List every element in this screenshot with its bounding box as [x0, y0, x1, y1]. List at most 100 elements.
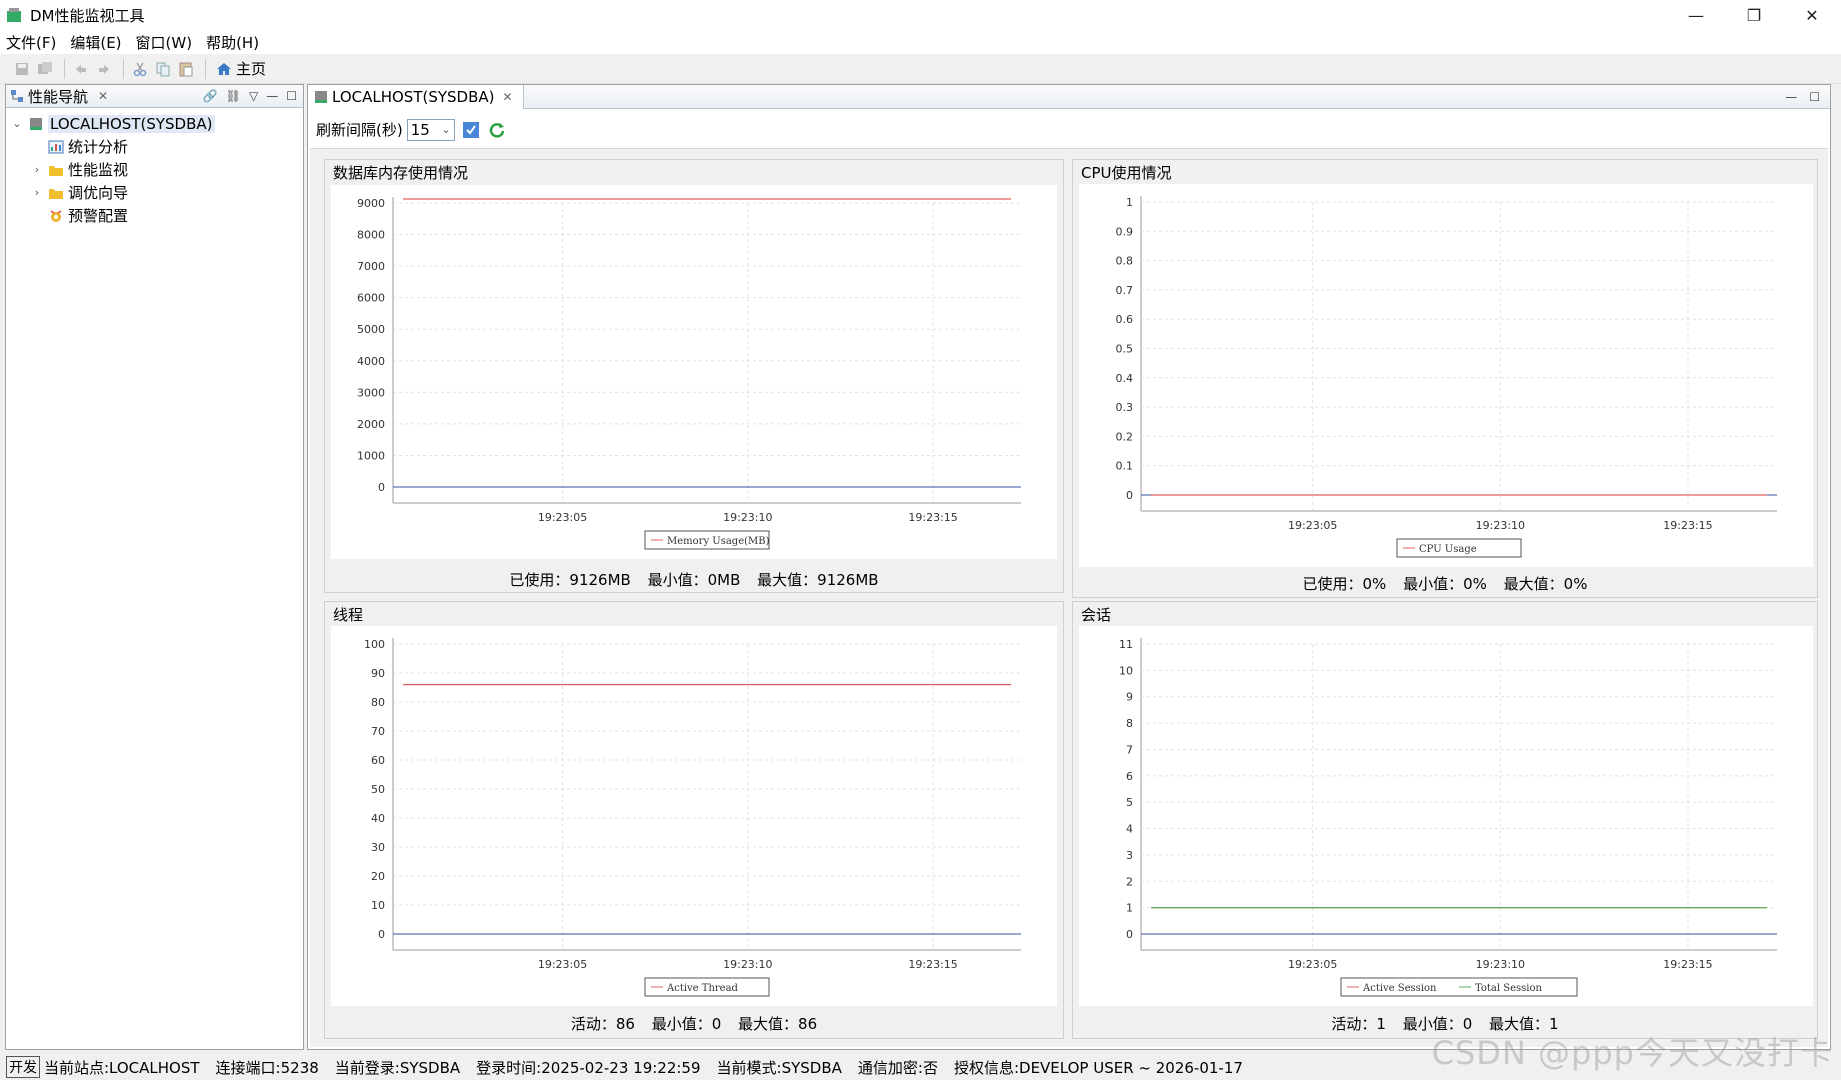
- y-tick-label: 0.9: [1116, 225, 1134, 238]
- window-title: DM性能监视工具: [30, 6, 145, 25]
- refresh-icon[interactable]: [487, 120, 507, 140]
- thread-chart: 0 10 20 30 40 50 60 70 80 90 100 19:23:05 19:23:10 19…: [331, 626, 1057, 1006]
- tree-item-stats[interactable]: 统计分析: [6, 135, 303, 158]
- nav-tab[interactable]: 性能导航 ✕ 🔗 ⛓ ▽ — ☐: [6, 85, 303, 108]
- y-tick-label: 1000: [357, 449, 385, 462]
- session-chart-title: 会话: [1081, 606, 1112, 624]
- cpu-max: 最大值：0%: [1503, 575, 1588, 593]
- title-bar: DM性能监视工具 — ❐ ✕: [0, 0, 1841, 30]
- tree-root[interactable]: ⌄ LOCALHOST(SYSDBA): [6, 112, 303, 135]
- tree-root-label: LOCALHOST(SYSDBA): [48, 114, 215, 133]
- y-tick-label: 20: [371, 870, 385, 883]
- chart-icon: [48, 139, 64, 155]
- status-mode: 当前模式:SYSDBA: [716, 1058, 842, 1077]
- tree-item-tuning[interactable]: › 调优向导: [6, 181, 303, 204]
- session-chart-svg: 0 1 2 3 4 5 6 7 8 9 10 11 19:23:05 19:23:10 19:23:15 Ac…: [1119, 638, 1777, 997]
- menu-window[interactable]: 窗口(W): [136, 32, 193, 53]
- refresh-interval-select[interactable]: 15 ⌄: [406, 118, 455, 141]
- y-tick-label: 8000: [357, 229, 385, 242]
- database-icon: [28, 116, 44, 132]
- memory-chart-title: 数据库内存使用情况: [333, 164, 469, 182]
- x-tick-label: 19:23:05: [538, 958, 587, 971]
- y-tick-label: 0.1: [1116, 460, 1134, 473]
- close-icon[interactable]: ✕: [98, 89, 108, 103]
- y-tick-label: 0.2: [1116, 430, 1134, 443]
- y-tick-label: 6000: [357, 292, 385, 305]
- maximize-view-icon[interactable]: ☐: [286, 89, 297, 103]
- editor-tabbar: LOCALHOST(SYSDBA) ✕ — ☐: [308, 84, 1830, 109]
- minimize-button[interactable]: —: [1667, 0, 1725, 30]
- cpu-chart: 0 0.1 0.2 0.3 0.4 0.5 0.6 0.7 0.8 0.9 1 19:23:05 19:…: [1079, 184, 1813, 567]
- chevron-down-icon: ⌄: [441, 123, 451, 136]
- x-tick-label: 19:23:10: [723, 511, 772, 524]
- apply-interval-icon[interactable]: [461, 120, 481, 140]
- undo-icon[interactable]: [71, 59, 91, 79]
- legend-label: Active Thread: [666, 983, 739, 994]
- y-tick-label: 9000: [357, 197, 385, 210]
- x-tick-label: 19:23:05: [538, 511, 587, 524]
- y-tick-label: 30: [371, 841, 385, 854]
- redo-icon[interactable]: [94, 59, 114, 79]
- close-button[interactable]: ✕: [1783, 0, 1841, 30]
- editor-tab[interactable]: LOCALHOST(SYSDBA) ✕: [308, 84, 524, 109]
- thread-chart-svg: 0 10 20 30 40 50 60 70 80 90 100 19:23:05 19:23:10 19…: [364, 638, 1021, 997]
- thread-active: 活动：86: [570, 1015, 635, 1033]
- save-all-icon[interactable]: [35, 59, 55, 79]
- disconnect-icon[interactable]: ⛓: [226, 89, 241, 103]
- legend-label: Active Session: [1362, 983, 1437, 994]
- menu-file[interactable]: 文件(F): [6, 32, 56, 53]
- home-label: 主页: [236, 60, 267, 78]
- copy-icon[interactable]: [153, 59, 173, 79]
- x-tick-label: 19:23:15: [908, 511, 957, 524]
- chevron-right-icon[interactable]: ›: [30, 163, 44, 176]
- refresh-interval-value: 15: [410, 120, 430, 139]
- memory-stats: 已使用：9126MB 最小值：0MB 最大值：9126MB: [325, 569, 1063, 590]
- y-tick-label: 9: [1126, 691, 1133, 704]
- cpu-used: 已使用：0%: [1302, 575, 1387, 593]
- y-tick-label: 70: [371, 725, 385, 738]
- home-button[interactable]: 主页: [216, 58, 266, 79]
- nav-tab-label: 性能导航: [28, 87, 89, 106]
- performance-nav-panel: 性能导航 ✕ 🔗 ⛓ ▽ — ☐ ⌄ LOCALHOST(SYSDBA) 统计分…: [5, 84, 304, 1050]
- menu-help[interactable]: 帮助(H): [206, 32, 259, 53]
- home-icon: [217, 62, 231, 75]
- folder-icon: [48, 162, 64, 178]
- maximize-button[interactable]: ❐: [1725, 0, 1783, 30]
- menu-bar: 文件(F) 编辑(E) 窗口(W) 帮助(H): [0, 30, 1841, 54]
- maximize-view-icon[interactable]: ☐: [1809, 90, 1820, 104]
- chevron-right-icon[interactable]: ›: [30, 186, 44, 199]
- close-icon[interactable]: ✕: [503, 90, 513, 104]
- x-tick-label: 19:23:15: [1663, 519, 1712, 532]
- view-menu-icon[interactable]: ▽: [249, 89, 258, 103]
- session-chart-panel: 会话 0 1 2 3 4 5 6 7 8 9 10 11 19:23:05 19:23:10 19:23:1…: [1072, 601, 1818, 1039]
- toolbar-separator: [64, 58, 65, 79]
- y-tick-label: 3000: [357, 386, 385, 399]
- chevron-down-icon[interactable]: ⌄: [10, 117, 24, 130]
- paste-icon[interactable]: [176, 59, 196, 79]
- minimize-view-icon[interactable]: —: [1785, 90, 1797, 104]
- app-icon: [6, 7, 22, 23]
- save-icon[interactable]: [12, 59, 32, 79]
- memory-chart-svg: 0 1000 2000 3000 4000 5000 6000 7000 8000 9000 19:…: [357, 197, 1021, 550]
- y-tick-label: 50: [371, 783, 385, 796]
- watermark: CSDN @ppp今天又没打卡: [1431, 1034, 1833, 1072]
- tree-item-monitor[interactable]: › 性能监视: [6, 158, 303, 181]
- menu-edit[interactable]: 编辑(E): [70, 32, 121, 53]
- memory-used: 已使用：9126MB: [509, 571, 631, 589]
- y-tick-label: 10: [371, 899, 385, 912]
- minimize-view-icon[interactable]: —: [266, 89, 278, 103]
- cut-icon[interactable]: [130, 59, 150, 79]
- status-login: 当前登录:SYSDBA: [334, 1058, 461, 1077]
- y-tick-label: 10: [1119, 664, 1133, 677]
- y-tick-label: 5000: [357, 323, 385, 336]
- refresh-interval-label: 刷新间隔(秒): [316, 121, 403, 139]
- tree-item-label: 调优向导: [68, 184, 129, 202]
- editor-tools: — ☐: [1773, 90, 1820, 104]
- tree-item-alert[interactable]: 预警配置: [6, 204, 303, 227]
- toolbar-separator: [205, 58, 206, 79]
- cpu-chart-panel: CPU使用情况 0 0.1 0.2 0.3 0.4 0.5 0.6 0.7 0.8 0.9 1 19:…: [1072, 159, 1818, 598]
- connect-icon[interactable]: 🔗: [203, 89, 218, 103]
- x-tick-label: 19:23:05: [1288, 519, 1337, 532]
- folder-icon: [48, 185, 64, 201]
- nav-tree: ⌄ LOCALHOST(SYSDBA) 统计分析 › 性能监视 › 调优向导 预…: [6, 108, 303, 227]
